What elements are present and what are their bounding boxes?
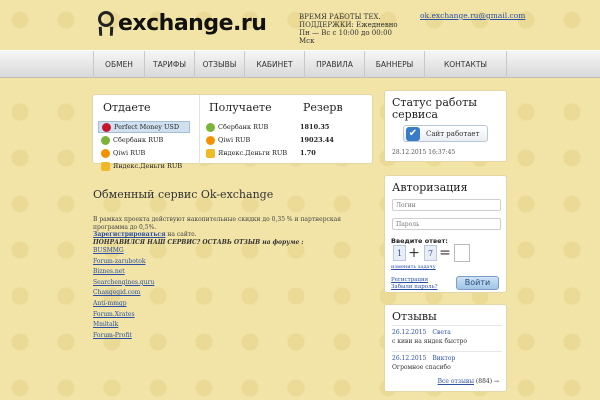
get-item[interactable]: Сбербанк RUB 1810.35 xyxy=(206,121,366,133)
give-item-label: Perfect Money USD xyxy=(114,123,180,131)
get-item-label: Qiwi RUB xyxy=(218,136,251,144)
review-item: 26.12.2015 Виктор Огромное спасибо xyxy=(392,355,502,371)
site-status-label: Сайт работает xyxy=(426,129,480,138)
reserve-heading: Резерв xyxy=(303,101,343,114)
odnoklassniki-logo-icon xyxy=(96,10,116,36)
forum-link[interactable]: Forum.Xrates xyxy=(93,310,154,321)
captcha-answer-input[interactable] xyxy=(454,244,470,262)
give-item-label: Qiwi RUB xyxy=(113,149,146,157)
register-tail: на сайте. xyxy=(165,231,197,238)
get-item-label: Яндекс.Деньги RUB xyxy=(218,149,288,157)
review-date: 26.12.2015 xyxy=(392,329,427,336)
checkmark-icon: ✔ xyxy=(406,126,420,141)
review-author[interactable]: Света xyxy=(432,329,450,336)
forum-links: BUSMMG Forum-zarubotok Biznes.net Search… xyxy=(93,246,154,341)
give-item[interactable]: Сбербанк RUB xyxy=(98,134,190,146)
forum-link[interactable]: Changegid.com xyxy=(93,288,154,299)
password-input[interactable] xyxy=(392,218,501,230)
nav-item-rules[interactable]: ПРАВИЛА xyxy=(304,51,364,78)
forgot-password-link[interactable]: Забыли пароль? xyxy=(391,284,438,291)
all-reviews-count: (884) → xyxy=(474,378,499,385)
get-item-label: Сбербанк RUB xyxy=(218,123,269,131)
reserve-amount: 19023.44 xyxy=(300,136,334,144)
service-description: В рамках проекта действуют накопительные… xyxy=(93,216,373,246)
status-timestamp: 28.12.2015 16:37:45 xyxy=(392,149,456,156)
contact-email-link[interactable]: ok.exchange.ru@gmail.com xyxy=(420,11,525,20)
yandex-money-icon xyxy=(206,148,215,158)
get-heading: Получаете xyxy=(209,101,272,114)
get-item[interactable]: Qiwi RUB 19023.44 xyxy=(206,134,366,146)
forum-link[interactable]: Searchengines.guru xyxy=(93,278,154,289)
sberbank-icon xyxy=(101,135,110,145)
auth-links: Регистрация Забыли пароль? xyxy=(391,277,438,291)
divider xyxy=(392,325,502,326)
review-author[interactable]: Виктор xyxy=(432,355,455,362)
forum-link[interactable]: Mmltalk xyxy=(93,320,154,331)
review-text: Огромное спасибо xyxy=(392,364,451,371)
main-nav: ОБМЕН ТАРИФЫ ОТЗЫВЫ КАБИНЕТ ПРАВИЛА БАНН… xyxy=(0,50,600,78)
all-reviews: Все отзывы (884) → xyxy=(438,378,499,385)
nav-item-tariffs[interactable]: ТАРИФЫ xyxy=(144,51,194,78)
perfect-money-icon xyxy=(102,122,111,132)
exchange-panel: Отдаете Perfect Money USD Сбербанк RUB Q… xyxy=(92,94,373,171)
register-link[interactable]: Зарегистрироваться xyxy=(93,231,166,238)
divider xyxy=(392,351,502,352)
nav-item-reviews[interactable]: ОТЗЫВЫ xyxy=(194,51,244,78)
all-reviews-link[interactable]: Все отзывы xyxy=(438,378,474,385)
nav-item-contacts[interactable]: КОНТАКТЫ xyxy=(424,51,507,78)
give-item[interactable]: Qiwi RUB xyxy=(98,147,190,159)
site-status-button[interactable]: ✔ Сайт работает xyxy=(403,125,488,142)
yandex-money-icon xyxy=(101,161,110,171)
captcha-number: 7 xyxy=(424,245,437,261)
service-title: Обменный сервис Ok-exchange xyxy=(93,188,274,201)
qiwi-icon xyxy=(206,135,215,145)
captcha-operator: + xyxy=(408,245,420,261)
reviews-title: Отзывы xyxy=(392,310,437,323)
auth-title: Авторизация xyxy=(392,181,468,194)
forum-link[interactable]: Forum-zarubotok xyxy=(93,257,154,268)
nav-item-exchange[interactable]: ОБМЕН xyxy=(93,51,144,78)
reviews-panel: Отзывы 26.12.2015 Света с киви на яндек б… xyxy=(384,304,507,392)
forum-link[interactable]: Forum-Profit xyxy=(93,331,154,342)
nav-item-cabinet[interactable]: КАБИНЕТ xyxy=(244,51,304,78)
give-item-label: Яндекс.Деньги RUB xyxy=(113,162,183,170)
logo-text: exchange.ru xyxy=(118,10,267,36)
sberbank-icon xyxy=(206,122,215,132)
give-item-label: Сбербанк RUB xyxy=(113,136,164,144)
captcha-number: 1 xyxy=(393,245,406,261)
forum-link[interactable]: BUSMMG xyxy=(93,246,154,257)
review-cta: ПОНРАВИЛСЯ НАШ СЕРВИС? ОСТАВЬ ОТЗЫВ на ф… xyxy=(93,238,304,246)
reserve-amount: 1.70 xyxy=(300,149,316,157)
column-divider xyxy=(199,95,200,165)
get-item[interactable]: Яндекс.Деньги RUB 1.70 xyxy=(206,147,366,159)
forum-link[interactable]: Anti-mmgp xyxy=(93,299,154,310)
review-date: 26.12.2015 xyxy=(392,355,427,362)
service-text: В рамках проекта действуют накопительные… xyxy=(93,216,342,231)
header: exchange.ru ВРЕМЯ РАБОТЫ ТЕХ. ПОДДЕРЖКИ:… xyxy=(0,0,600,50)
qiwi-icon xyxy=(101,148,110,158)
login-input[interactable] xyxy=(392,199,501,211)
reserve-amount: 1810.35 xyxy=(300,123,330,131)
login-button[interactable]: Войти xyxy=(456,276,499,290)
logo[interactable]: exchange.ru xyxy=(96,10,267,36)
captcha-equals: = xyxy=(439,245,451,261)
forum-link[interactable]: Biznes.net xyxy=(93,267,154,278)
review-text: с киви на яндек быстро xyxy=(392,338,467,345)
give-heading: Отдаете xyxy=(103,101,151,114)
change-captcha-link[interactable]: изменить задачу xyxy=(391,264,436,270)
nav-item-banners[interactable]: БАННЕРЫ xyxy=(364,51,424,78)
captcha-label: Введите ответ: xyxy=(391,237,448,245)
give-item[interactable]: Яндекс.Деньги RUB xyxy=(98,160,190,172)
status-panel: Статус работы сервиса ✔ Сайт работает 28… xyxy=(384,90,507,162)
review-item: 26.12.2015 Света с киви на яндек быстро xyxy=(392,329,502,345)
status-title: Статус работы сервиса xyxy=(392,96,477,121)
support-hours: ВРЕМЯ РАБОТЫ ТЕХ. ПОДДЕРЖКИ: Ежедневно П… xyxy=(299,13,398,45)
give-item[interactable]: Perfect Money USD xyxy=(98,121,190,133)
registration-link[interactable]: Регистрация xyxy=(391,277,438,284)
